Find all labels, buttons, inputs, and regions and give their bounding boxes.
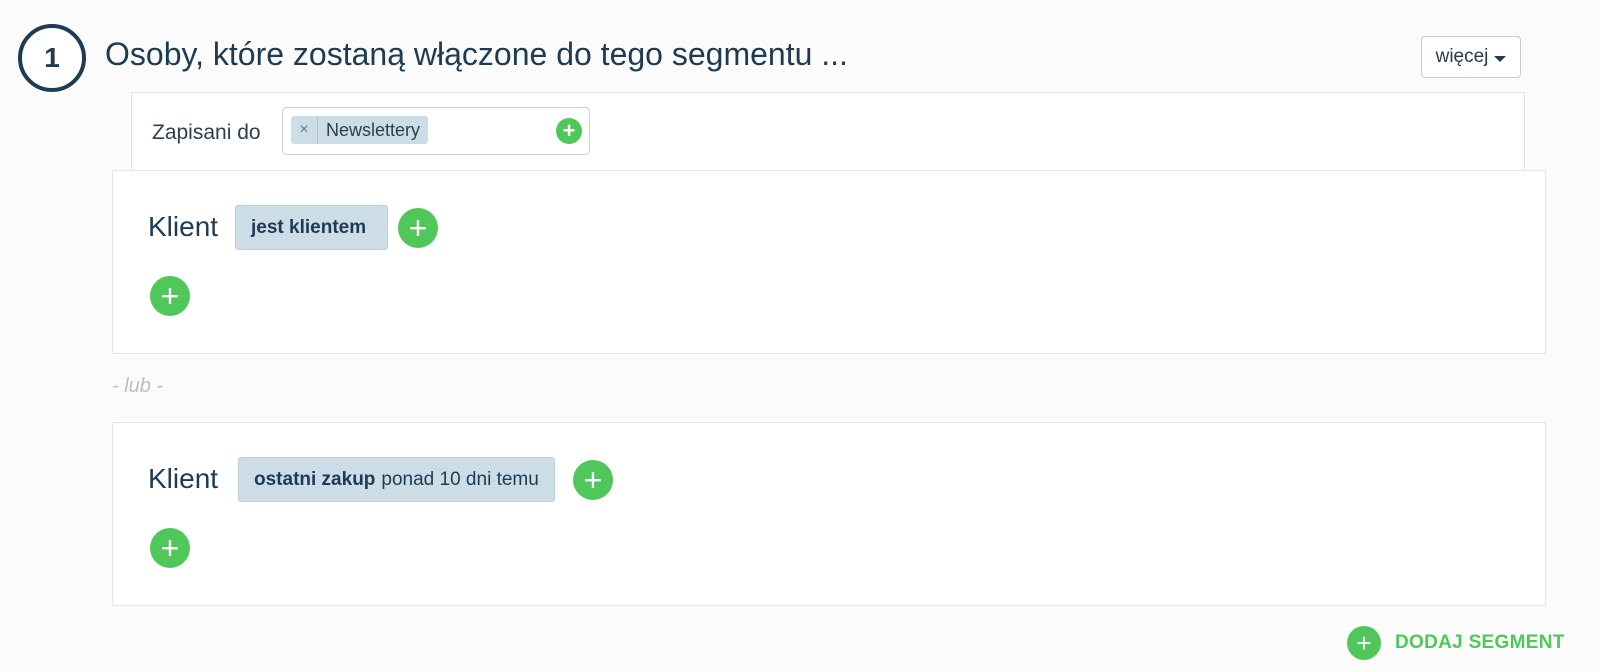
condition-rest: ponad 10 dni temu [381, 468, 539, 490]
rule-group-2: Klient ostatni zakup ponad 10 dni temu +… [112, 422, 1546, 606]
rule-group-1: Klient jest klientem + + [112, 170, 1546, 354]
add-segment-button[interactable]: + DODAJ SEGMENT [1347, 626, 1565, 660]
plus-icon: + [1347, 626, 1381, 660]
condition-bold: ostatni zakup [254, 468, 376, 490]
add-rule-button[interactable]: + [150, 528, 190, 568]
tag-label: Newslettery [326, 119, 421, 140]
more-dropdown-button[interactable]: więcej [1421, 36, 1521, 78]
add-rule-button[interactable]: + [150, 276, 190, 316]
close-icon[interactable]: × [291, 116, 318, 144]
rule-label: Klient [148, 463, 219, 494]
tag-newslettery: × Newslettery [291, 116, 429, 144]
or-separator: - lub - [112, 375, 164, 397]
rule-label: Klient [148, 211, 219, 242]
add-tag-button[interactable]: + [556, 118, 582, 144]
subscribed-tag-input[interactable]: × Newslettery + [282, 107, 590, 155]
condition-chip[interactable]: jest klientem [235, 205, 389, 250]
add-segment-label: DODAJ SEGMENT [1395, 632, 1565, 653]
page-title: Osoby, które zostaną włączone do tego se… [105, 36, 848, 72]
add-condition-button[interactable]: + [573, 460, 613, 500]
condition-bold: jest klientem [251, 216, 367, 238]
add-condition-button[interactable]: + [398, 208, 438, 248]
step-number-badge: 1 [18, 24, 86, 92]
caret-down-icon [1494, 55, 1507, 62]
subscribed-label: Zapisani do [152, 121, 261, 144]
step-number: 1 [44, 42, 60, 73]
condition-chip[interactable]: ostatni zakup ponad 10 dni temu [238, 457, 555, 502]
more-label: więcej [1435, 46, 1489, 67]
segment-editor: 1 Osoby, które zostaną włączone do tego … [0, 0, 1600, 672]
